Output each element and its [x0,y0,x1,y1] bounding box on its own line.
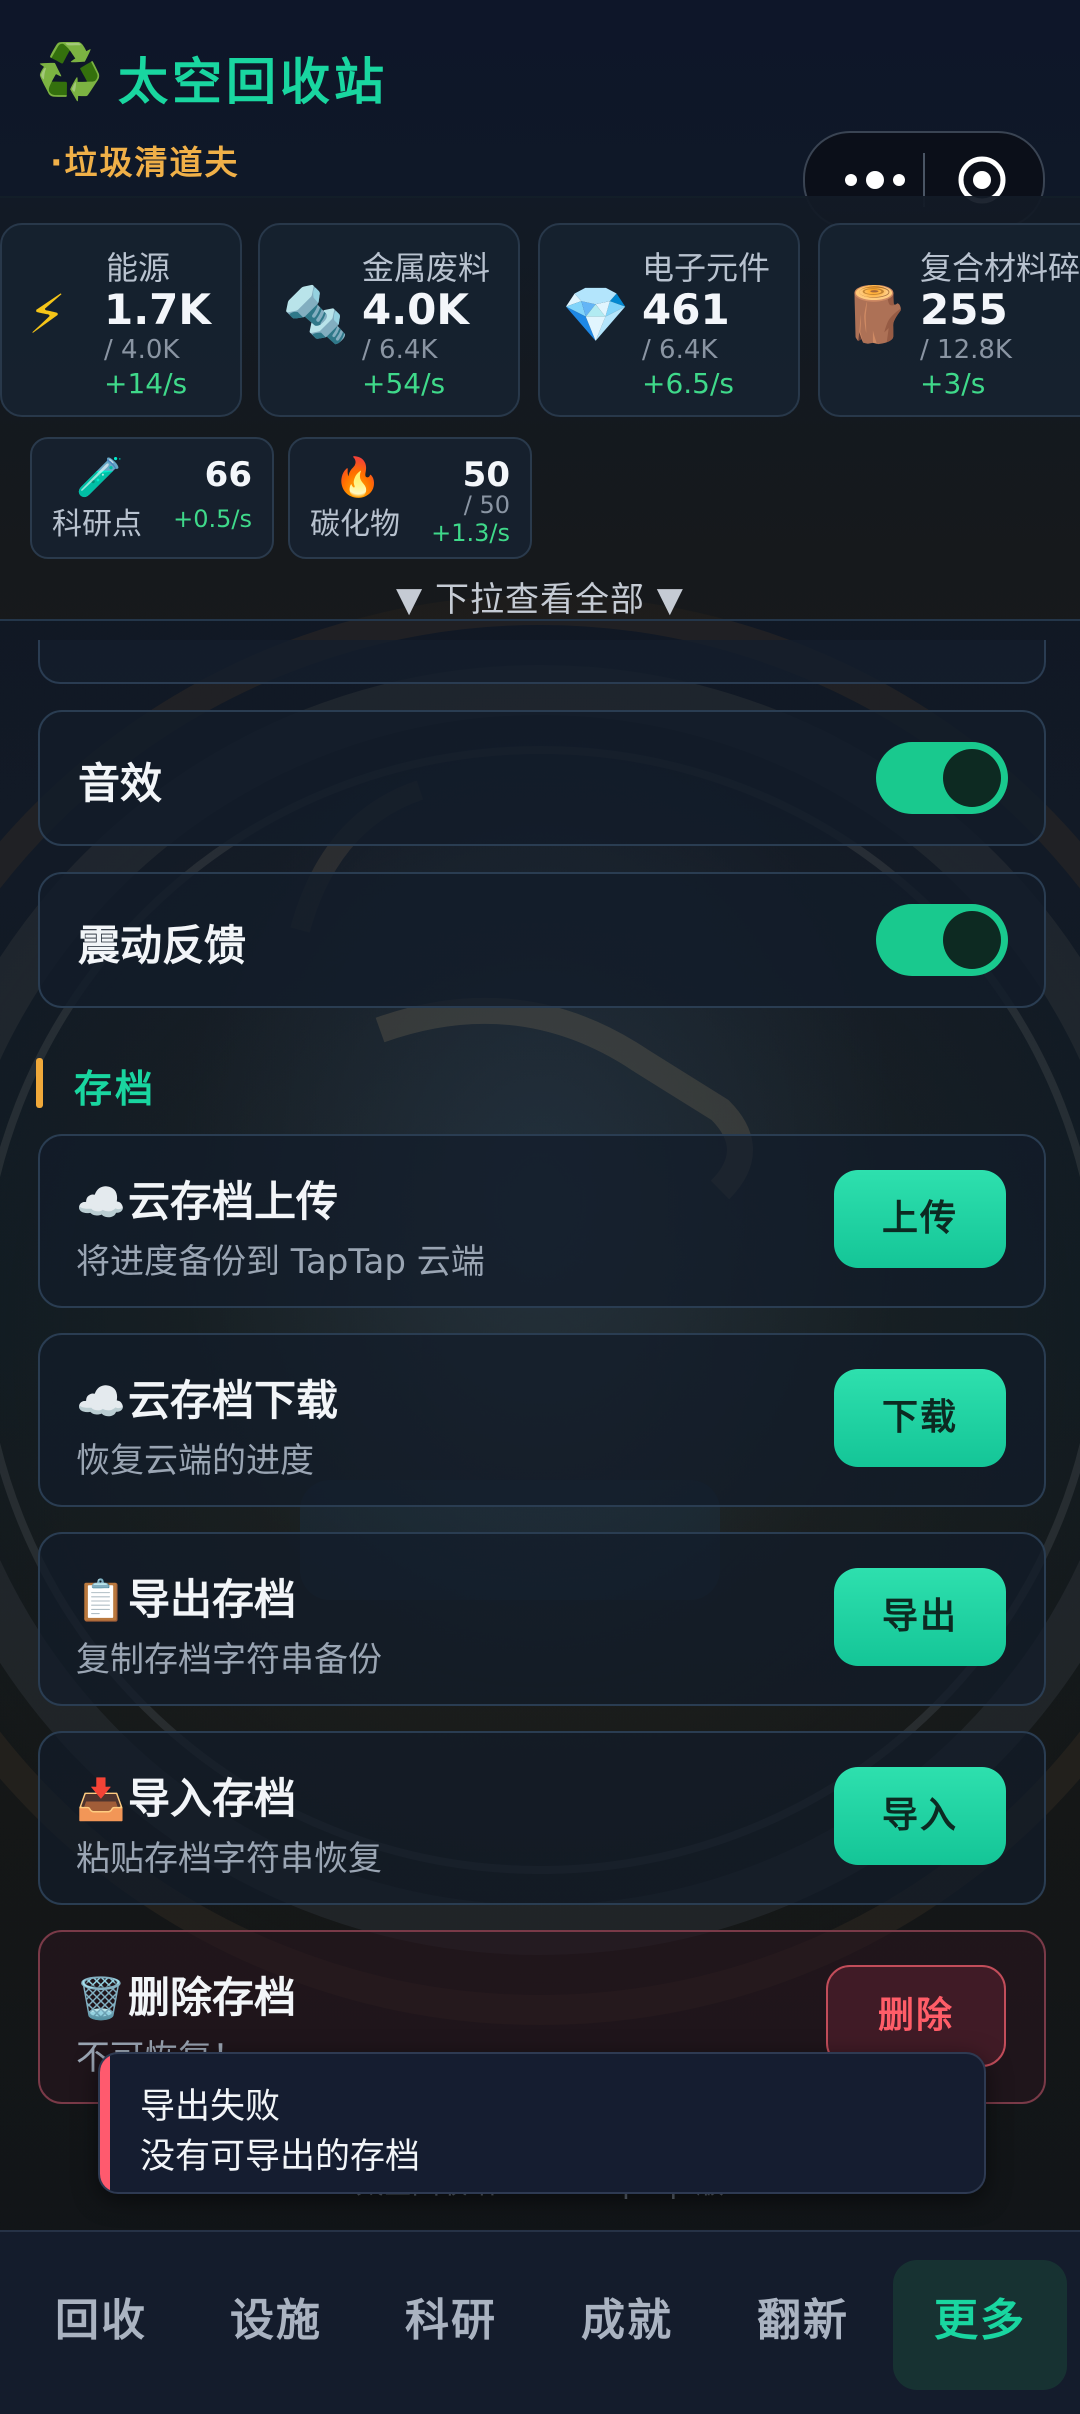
download-button[interactable]: 下载 [834,1369,1006,1467]
save-card-cloud-upload: ☁️云存档上传 将进度备份到 TapTap 云端 上传 [38,1134,1046,1308]
toggle-knob [943,749,1001,807]
resource-card-metal[interactable]: 🔩 金属废料 4.0K / 6.4K +54/s [258,223,520,417]
section-title-save: 存档 [74,1067,157,1111]
clipboard-icon: 📋 [76,1578,126,1624]
resource-cap: / 4.0K [104,335,180,365]
toast-message: 没有可导出的存档 [140,2137,421,2177]
bolt-icon: 🔩 [282,283,350,346]
resource-value: 1.7K [104,285,211,334]
save-card-title: ☁️云存档下载 [76,1367,338,1428]
save-card-import: 📥导入存档 粘贴存档字符串恢复 导入 [38,1731,1046,1905]
resource-card-energy[interactable]: ⚡ 能源 1.7K / 4.0K +14/s [0,223,242,417]
resource-name: 碳化物 [310,507,400,542]
export-button[interactable]: 导出 [834,1568,1006,1666]
lightning-icon: ⚡ [28,283,66,346]
resource-rate: +1.3/s [431,519,510,547]
toggle-knob [943,911,1001,969]
save-card-title-text: 云存档下载 [128,1376,339,1425]
resource-name: 电子元件 [642,249,771,287]
save-card-desc: 复制存档字符串备份 [76,1640,382,1680]
resource-value: 50 [462,455,510,495]
resource-cap: / 6.4K [642,335,718,365]
inbox-tray-icon: 📥 [76,1777,126,1823]
save-card-cloud-download: ☁️云存档下载 恢复云端的进度 下载 [38,1333,1046,1507]
save-card-export: 📋导出存档 复制存档字符串备份 导出 [38,1532,1046,1706]
save-card-title: 📋导出存档 [76,1566,296,1627]
trash-icon: 🗑️ [76,1976,126,2022]
import-button[interactable]: 导入 [834,1767,1006,1865]
nav-tab-facilities[interactable]: 设施 [201,2284,351,2348]
nav-tab-more[interactable]: 更多 [905,2284,1055,2348]
setting-vibration: 震动反馈 [38,872,1046,1008]
resource-value: 4.0K [362,285,469,334]
save-card-title-text: 删除存档 [128,1973,297,2022]
resource-name: 能源 [106,249,171,287]
toast-title: 导出失败 [140,2087,281,2127]
fire-icon: 🔥 [334,455,382,499]
more-dots-icon[interactable] [839,161,909,199]
cloud-icon: ☁️ [76,1180,126,1226]
resource-cap: / 12.8K [920,335,1012,365]
nav-tab-recycle[interactable]: 回收 [26,2284,176,2348]
resource-rate: +14/s [104,367,188,400]
resource-name: 科研点 [52,507,142,542]
wood-log-icon: 🪵 [842,283,910,346]
resource-card-composite[interactable]: 🪵 复合材料碎 255 / 12.8K +3/s [818,223,1080,417]
nav-tab-research[interactable]: 科研 [376,2284,526,2348]
resource-card-research[interactable]: 🧪 科研点 66 +0.5/s [30,437,274,559]
divider [0,619,1080,621]
save-card-desc: 粘贴存档字符串恢复 [76,1839,382,1879]
resource-name: 复合材料碎 [920,249,1080,287]
nav-tab-achievements[interactable]: 成就 [552,2284,702,2348]
setting-label: 震动反馈 [78,921,247,970]
resource-rate: +3/s [920,367,986,400]
resource-rate: +54/s [362,367,446,400]
resource-cap: / 50 [463,491,510,519]
save-card-title: 🗑️删除存档 [76,1964,296,2025]
resource-name: 金属废料 [362,249,491,287]
cloud-icon: ☁️ [76,1379,126,1425]
resource-card-electronics[interactable]: 💎 电子元件 461 / 6.4K +6.5/s [538,223,800,417]
save-card-title: 📥导入存档 [76,1765,296,1826]
vibration-toggle[interactable] [876,904,1008,976]
resource-rate: +6.5/s [642,367,735,400]
resource-rate: +0.5/s [173,505,252,533]
resource-value: 461 [642,285,730,334]
save-card-title-text: 云存档上传 [128,1177,339,1226]
save-card-desc: 将进度备份到 TapTap 云端 [76,1242,485,1282]
save-card-title: ☁️云存档上传 [76,1168,338,1229]
setting-sound: 音效 [38,710,1046,846]
resource-value: 255 [920,285,1008,334]
resource-value: 66 [204,455,252,495]
app-subtitle: ·垃圾清道夫 [50,143,240,182]
test-tube-icon: 🧪 [76,455,124,499]
app-title: 太空回收站 [118,53,388,111]
save-card-title-text: 导入存档 [128,1774,297,1823]
setting-label: 音效 [78,759,163,808]
nav-tab-refurbish[interactable]: 翻新 [728,2284,878,2348]
pull-down-hint[interactable]: ▼ 下拉查看全部 ▼ [0,572,1080,621]
save-card-title-text: 导出存档 [128,1575,297,1624]
sound-toggle[interactable] [876,742,1008,814]
error-toast: 导出失败 没有可导出的存档 [98,2052,986,2194]
settings-card-partial [38,640,1046,684]
upload-button[interactable]: 上传 [834,1170,1006,1268]
section-marker [36,1058,43,1108]
recycle-icon: ♻️ [36,40,104,103]
save-card-desc: 恢复云端的进度 [76,1441,314,1481]
toast-accent [100,2054,110,2192]
resource-card-carbide[interactable]: 🔥 碳化物 50 / 50 +1.3/s [288,437,532,559]
bottom-nav: 回收 设施 科研 成就 翻新 更多 [0,2230,1080,2414]
resource-cap: / 6.4K [362,335,438,365]
gem-icon: 💎 [562,283,630,346]
